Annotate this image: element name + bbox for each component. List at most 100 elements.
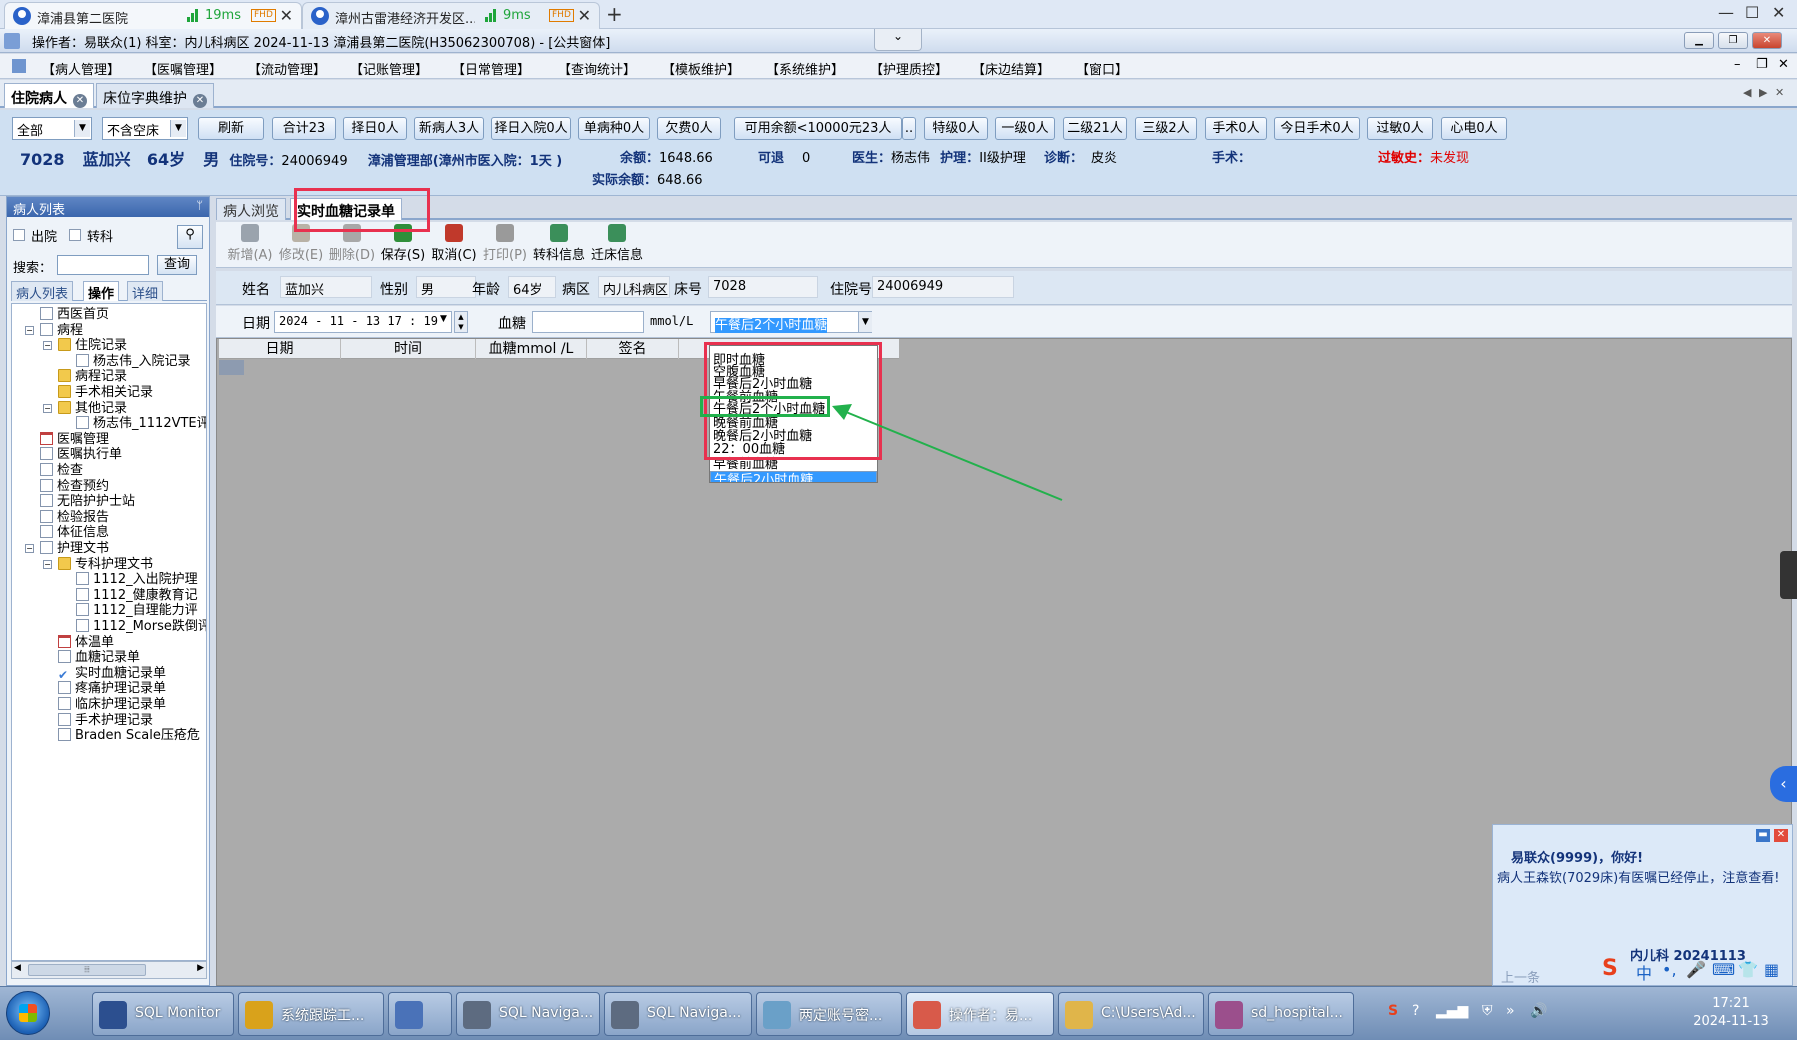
network-tray-icon[interactable]: ▂▄▆ [1436, 1003, 1468, 1019]
taskbar-app[interactable]: C:\Users\Ad... [1058, 992, 1204, 1036]
scroll-left-icon[interactable]: ◀ [14, 963, 21, 973]
microphone-icon[interactable]: 🎤 [1686, 960, 1706, 979]
taskbar-app[interactable] [388, 992, 452, 1036]
tree-expand-icon[interactable]: − [43, 403, 52, 413]
close-tab-icon[interactable]: ✕ [578, 6, 591, 25]
time-spinner[interactable]: ▲ ▼ [454, 311, 468, 333]
menu-query[interactable]: 【查询统计】 [558, 59, 636, 78]
help-tray-icon[interactable]: ? [1412, 1003, 1419, 1019]
tab-operations[interactable]: 操作 [83, 281, 120, 302]
bed-filter-select[interactable]: 不含空床 ▼ [102, 117, 188, 140]
close-icon[interactable]: ✕ [193, 94, 207, 108]
tree-item[interactable]: 体征信息 [40, 524, 109, 541]
grade2-button[interactable]: 二级21人 [1063, 117, 1127, 140]
surgery-button[interactable]: 手术0人 [1205, 117, 1267, 140]
tree-item[interactable]: 血糖记录单 [58, 649, 140, 666]
menu-patient[interactable]: 【病人管理】 [42, 59, 120, 78]
tree-expand-icon[interactable]: − [43, 341, 52, 351]
tree-item[interactable]: 检查预约 [40, 478, 109, 495]
tree-item[interactable]: 病程 [40, 322, 83, 339]
mdi-restore-icon[interactable]: ❐ [1756, 57, 1768, 72]
scroll-right-icon[interactable]: ▶ [197, 963, 204, 973]
tree-item[interactable]: 专科护理文书 [58, 556, 153, 573]
tree-item[interactable]: 检验报告 [40, 509, 109, 526]
scheduled-admission-button[interactable]: 择日入院0人 [491, 117, 571, 140]
ime-punctuation-icon[interactable]: •, [1662, 960, 1677, 979]
tab-patient-browse[interactable]: 病人浏览 [216, 198, 286, 220]
app-restore-button[interactable]: ❐ [1718, 32, 1748, 49]
column-time[interactable]: 时间 [341, 339, 476, 359]
refresh-button[interactable]: 刷新 [198, 117, 264, 140]
arrears-button[interactable]: 欠费0人 [657, 117, 721, 140]
discharge-checkbox[interactable] [13, 229, 25, 241]
minimize-button[interactable]: — [1718, 3, 1734, 22]
total-button[interactable]: 合计23 [272, 117, 336, 140]
chevron-left-icon[interactable]: ‹ [1770, 766, 1797, 802]
app-minimize-button[interactable]: ▁ [1684, 32, 1714, 49]
ecg-button[interactable]: 心电0人 [1441, 117, 1507, 140]
app-close-button[interactable]: ✕ [1752, 32, 1782, 49]
tree-expand-icon[interactable]: − [25, 544, 34, 553]
datetime-picker[interactable]: 2024 - 11 - 13 17 : 19 [274, 311, 452, 333]
column-glucose[interactable]: 血糖mmol /L [476, 339, 587, 359]
menu-bedside[interactable]: 【床边结算】 [972, 59, 1050, 78]
tree-item[interactable]: 1112_入出院护理 [76, 571, 198, 588]
toolbar-button[interactable]: 打印(P) [477, 224, 533, 263]
close-all-tabs-icon[interactable]: ✕ [1775, 86, 1784, 99]
browser-tab-2[interactable]: 漳州古雷港经济开发区... 9ms FHD ✕ [302, 2, 600, 29]
transfer-checkbox[interactable] [69, 229, 81, 241]
scheduled-button[interactable]: 择日0人 [343, 117, 407, 140]
tree-expand-icon[interactable]: − [43, 559, 52, 569]
today-surgery-button[interactable]: 今日手术0人 [1274, 117, 1360, 140]
sogou-tray-icon[interactable]: S [1388, 1003, 1398, 1019]
row-selector[interactable] [219, 360, 244, 375]
tree-item[interactable]: 疼痛护理记录单 [58, 680, 166, 697]
taskbar-app[interactable]: SQL Naviga... [604, 992, 752, 1036]
ime-chinese-icon[interactable]: 中 [1636, 960, 1652, 984]
side-handle[interactable] [1780, 551, 1797, 599]
tree-item[interactable]: 护理文书 [40, 540, 109, 557]
taskbar-app[interactable]: 两定账号密... [756, 992, 902, 1036]
menu-billing[interactable]: 【记账管理】 [350, 59, 428, 78]
collapse-toolbar-button[interactable]: ⌄ [874, 29, 922, 51]
new-patients-button[interactable]: 新病人3人 [414, 117, 484, 140]
tab-inpatients[interactable]: 住院病人 ✕ [4, 83, 94, 108]
allergy-button[interactable]: 过敏0人 [1367, 117, 1433, 140]
mdi-close-icon[interactable]: ✕ [1778, 57, 1789, 72]
column-signature[interactable]: 签名 [587, 339, 679, 359]
sogou-ime-icon[interactable]: S [1602, 956, 1618, 981]
toolbar-button[interactable]: 新增(A) [222, 224, 278, 263]
skin-icon[interactable]: 👕 [1738, 960, 1758, 979]
maximize-button[interactable]: ☐ [1745, 3, 1759, 22]
menu-flow[interactable]: 【流动管理】 [248, 59, 326, 78]
keyboard-icon[interactable]: ⌨ [1712, 960, 1735, 979]
arrows-tray-icon[interactable]: » [1506, 1003, 1515, 1019]
tree-item[interactable]: 手术护理记录 [58, 712, 153, 729]
single-disease-button[interactable]: 单病种0人 [578, 117, 650, 140]
search-input[interactable] [57, 255, 149, 275]
tree-item[interactable]: 1112_健康教育记 [76, 587, 198, 604]
toolbar-button[interactable]: 取消(C) [426, 224, 482, 263]
tab-scroll-left-icon[interactable]: ◀ [1743, 86, 1751, 99]
tree-item[interactable]: 临床护理记录单 [58, 696, 166, 713]
taskbar-app[interactable]: SQL Monitor [92, 992, 234, 1036]
toolbar-button[interactable]: 转科信息 [531, 224, 587, 263]
tab-scroll-right-icon[interactable]: ▶ [1759, 86, 1767, 99]
menu-nursing-qc[interactable]: 【护理质控】 [870, 59, 948, 78]
menu-template[interactable]: 【模板维护】 [662, 59, 740, 78]
browser-tab-1[interactable]: 漳浦县第二医院 19ms FHD ✕ [4, 2, 302, 29]
available-balance-button[interactable]: 可用余额<10000元23人 [734, 117, 902, 140]
pin-icon[interactable]: ᛘ [196, 199, 203, 212]
scroll-thumb[interactable]: ⦙⦙⦙ [28, 964, 146, 976]
tree-item[interactable]: 医嘱执行单 [40, 446, 122, 463]
chevron-down-icon[interactable]: ▼ [858, 312, 872, 332]
tree-item[interactable]: 医嘱管理 [40, 431, 109, 448]
tree-item[interactable]: 手术相关记录 [58, 384, 153, 401]
tree-item[interactable]: 其他记录 [58, 400, 127, 417]
tree-item[interactable]: 杨志伟_入院记录 [76, 353, 191, 370]
column-date[interactable]: 日期 [219, 339, 341, 359]
tree-item[interactable]: 1112_自理能力评 [76, 602, 198, 619]
search-icon[interactable]: ⚲ [177, 225, 203, 249]
shield-tray-icon[interactable]: ⛨ [1482, 1003, 1493, 1019]
start-button[interactable] [6, 991, 50, 1035]
